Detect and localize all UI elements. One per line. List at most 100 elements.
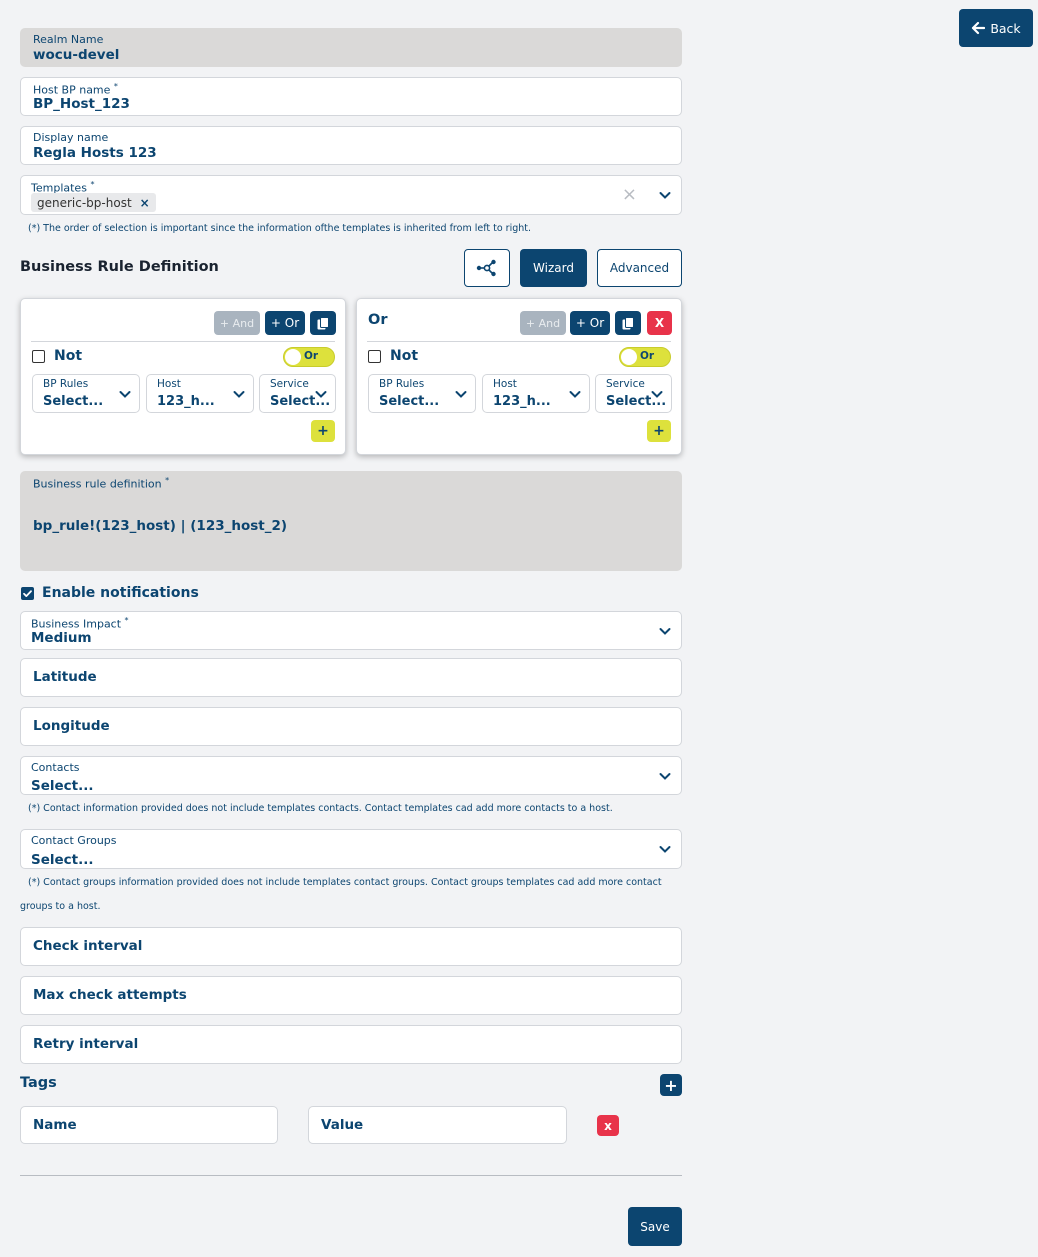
enable-notifications-checkbox[interactable] <box>21 587 34 600</box>
not-label: Not <box>54 348 83 364</box>
realm-name-value: wocu-devel <box>33 47 120 63</box>
advanced-label: Advanced <box>609 261 670 275</box>
remove-tag-label: x <box>604 1118 612 1133</box>
host-select[interactable]: Host 123_h... <box>146 374 254 413</box>
contacts-label: Contacts <box>31 761 80 774</box>
business-impact-value: Medium <box>31 630 92 646</box>
bp-rules-label: BP Rules <box>43 378 89 390</box>
service-select[interactable]: Service Select... <box>259 374 336 413</box>
copy-button[interactable] <box>310 311 336 335</box>
graph-view-button[interactable] <box>464 249 510 287</box>
add-and-button[interactable]: + And <box>520 311 566 335</box>
business-impact-select[interactable]: Business Impact * Medium <box>20 611 682 650</box>
copy-button[interactable] <box>615 311 641 335</box>
toggle-knob <box>285 349 301 365</box>
card-divider <box>31 341 335 342</box>
copy-icon <box>317 316 329 329</box>
contact-groups-label: Contact Groups <box>31 834 117 847</box>
add-condition-label: + <box>317 423 329 439</box>
bp-rules-value: Select... <box>379 394 440 409</box>
save-button[interactable]: Save <box>628 1207 682 1246</box>
required-mark: * <box>90 180 95 189</box>
form-divider <box>20 1175 682 1176</box>
contact-groups-value: Select... <box>31 852 94 868</box>
display-name-value: Regla Hosts 123 <box>33 145 157 161</box>
add-and-label: + And <box>525 316 561 330</box>
add-condition-button[interactable]: + <box>647 420 671 442</box>
card-heading: Or <box>368 312 388 328</box>
not-checkbox[interactable] <box>32 350 45 363</box>
add-and-label: + And <box>219 316 255 330</box>
retry-interval-input[interactable]: Retry interval <box>20 1025 682 1064</box>
tag-name-input[interactable]: Name <box>20 1106 278 1144</box>
back-button[interactable]: Back <box>959 9 1033 47</box>
contacts-note: (*) Contact information provided does no… <box>28 803 613 814</box>
check-interval-placeholder: Check interval <box>33 938 143 954</box>
templates-select[interactable]: Templates * generic-bp-host × × <box>20 175 682 215</box>
templates-note: (*) The order of selection is important … <box>28 223 532 234</box>
bp-rules-select[interactable]: BP Rules Select... <box>368 374 476 413</box>
tag-name-placeholder: Name <box>33 1117 77 1133</box>
chevron-down-icon <box>315 388 327 400</box>
not-checkbox[interactable] <box>368 350 381 363</box>
chevron-down-icon[interactable] <box>659 189 671 201</box>
arrow-left-icon <box>972 21 986 35</box>
enable-notifications-label: Enable notifications <box>42 585 199 601</box>
operator-toggle[interactable]: Or <box>619 347 671 367</box>
operator-toggle[interactable]: Or <box>283 347 335 367</box>
max-check-attempts-placeholder: Max check attempts <box>33 987 187 1003</box>
host-select[interactable]: Host 123_h... <box>482 374 590 413</box>
required-mark: * <box>113 82 118 91</box>
add-tag-button[interactable]: + <box>660 1074 682 1096</box>
advanced-button[interactable]: Advanced <box>597 249 682 287</box>
back-label: Back <box>990 20 1021 36</box>
bp-rules-select[interactable]: BP Rules Select... <box>32 374 140 413</box>
realm-name-label: Realm Name <box>33 33 104 46</box>
check-interval-input[interactable]: Check interval <box>20 927 682 966</box>
realm-name-field: Realm Name wocu-devel <box>20 28 682 67</box>
contacts-select[interactable]: Contacts Select... <box>20 756 682 795</box>
wizard-button[interactable]: Wizard <box>520 249 587 287</box>
tag-value-input[interactable]: Value <box>308 1106 567 1144</box>
longitude-input[interactable]: Longitude <box>20 707 682 746</box>
add-and-button[interactable]: + And <box>214 311 260 335</box>
display-name-label: Display name <box>33 131 109 144</box>
latitude-input[interactable]: Latitude <box>20 658 682 697</box>
add-tag-label: + <box>664 1075 678 1095</box>
remove-card-button[interactable]: X <box>647 311 672 335</box>
host-bp-name-field[interactable]: Host BP name * BP_Host_123 <box>20 77 682 116</box>
remove-tag-button[interactable]: x <box>597 1115 619 1136</box>
copy-icon <box>622 316 634 329</box>
contact-groups-select[interactable]: Contact Groups Select... <box>20 829 682 869</box>
chevron-down-icon <box>569 391 581 398</box>
max-check-attempts-input[interactable]: Max check attempts <box>20 976 682 1015</box>
business-rule-definition-label: Business rule definition <box>33 477 162 491</box>
template-chip-label: generic-bp-host <box>37 195 132 210</box>
clear-icon[interactable]: × <box>622 184 637 205</box>
service-select[interactable]: Service Select... <box>595 374 672 413</box>
chip-remove-icon[interactable]: × <box>140 196 150 210</box>
card-divider <box>367 341 671 342</box>
add-or-button[interactable]: + Or <box>265 311 305 335</box>
add-or-label: + Or <box>575 316 605 330</box>
add-or-button[interactable]: + Or <box>570 311 610 335</box>
host-bp-name-value: BP_Host_123 <box>33 96 130 112</box>
check-icon <box>23 590 32 597</box>
toggle-knob <box>621 349 637 365</box>
chevron-down-icon <box>659 627 671 635</box>
toggle-label: Or <box>640 350 655 362</box>
add-condition-button[interactable]: + <box>311 420 335 442</box>
template-chip: generic-bp-host × <box>31 193 156 212</box>
service-label: Service <box>606 378 645 390</box>
business-impact-label: Business Impact <box>31 617 122 631</box>
host-value: 123_h... <box>493 394 551 409</box>
network-icon <box>476 259 496 277</box>
retry-interval-placeholder: Retry interval <box>33 1036 139 1052</box>
bp-rules-value: Select... <box>43 394 104 409</box>
toggle-label: Or <box>304 350 319 362</box>
display-name-field[interactable]: Display name Regla Hosts 123 <box>20 126 682 165</box>
host-label: Host <box>493 378 517 390</box>
contact-groups-note-line2: groups to a host. <box>20 901 101 912</box>
business-rule-definition-value: bp_rule!(123_host) | (123_host_2) <box>33 518 288 534</box>
tags-title: Tags <box>20 1075 57 1091</box>
